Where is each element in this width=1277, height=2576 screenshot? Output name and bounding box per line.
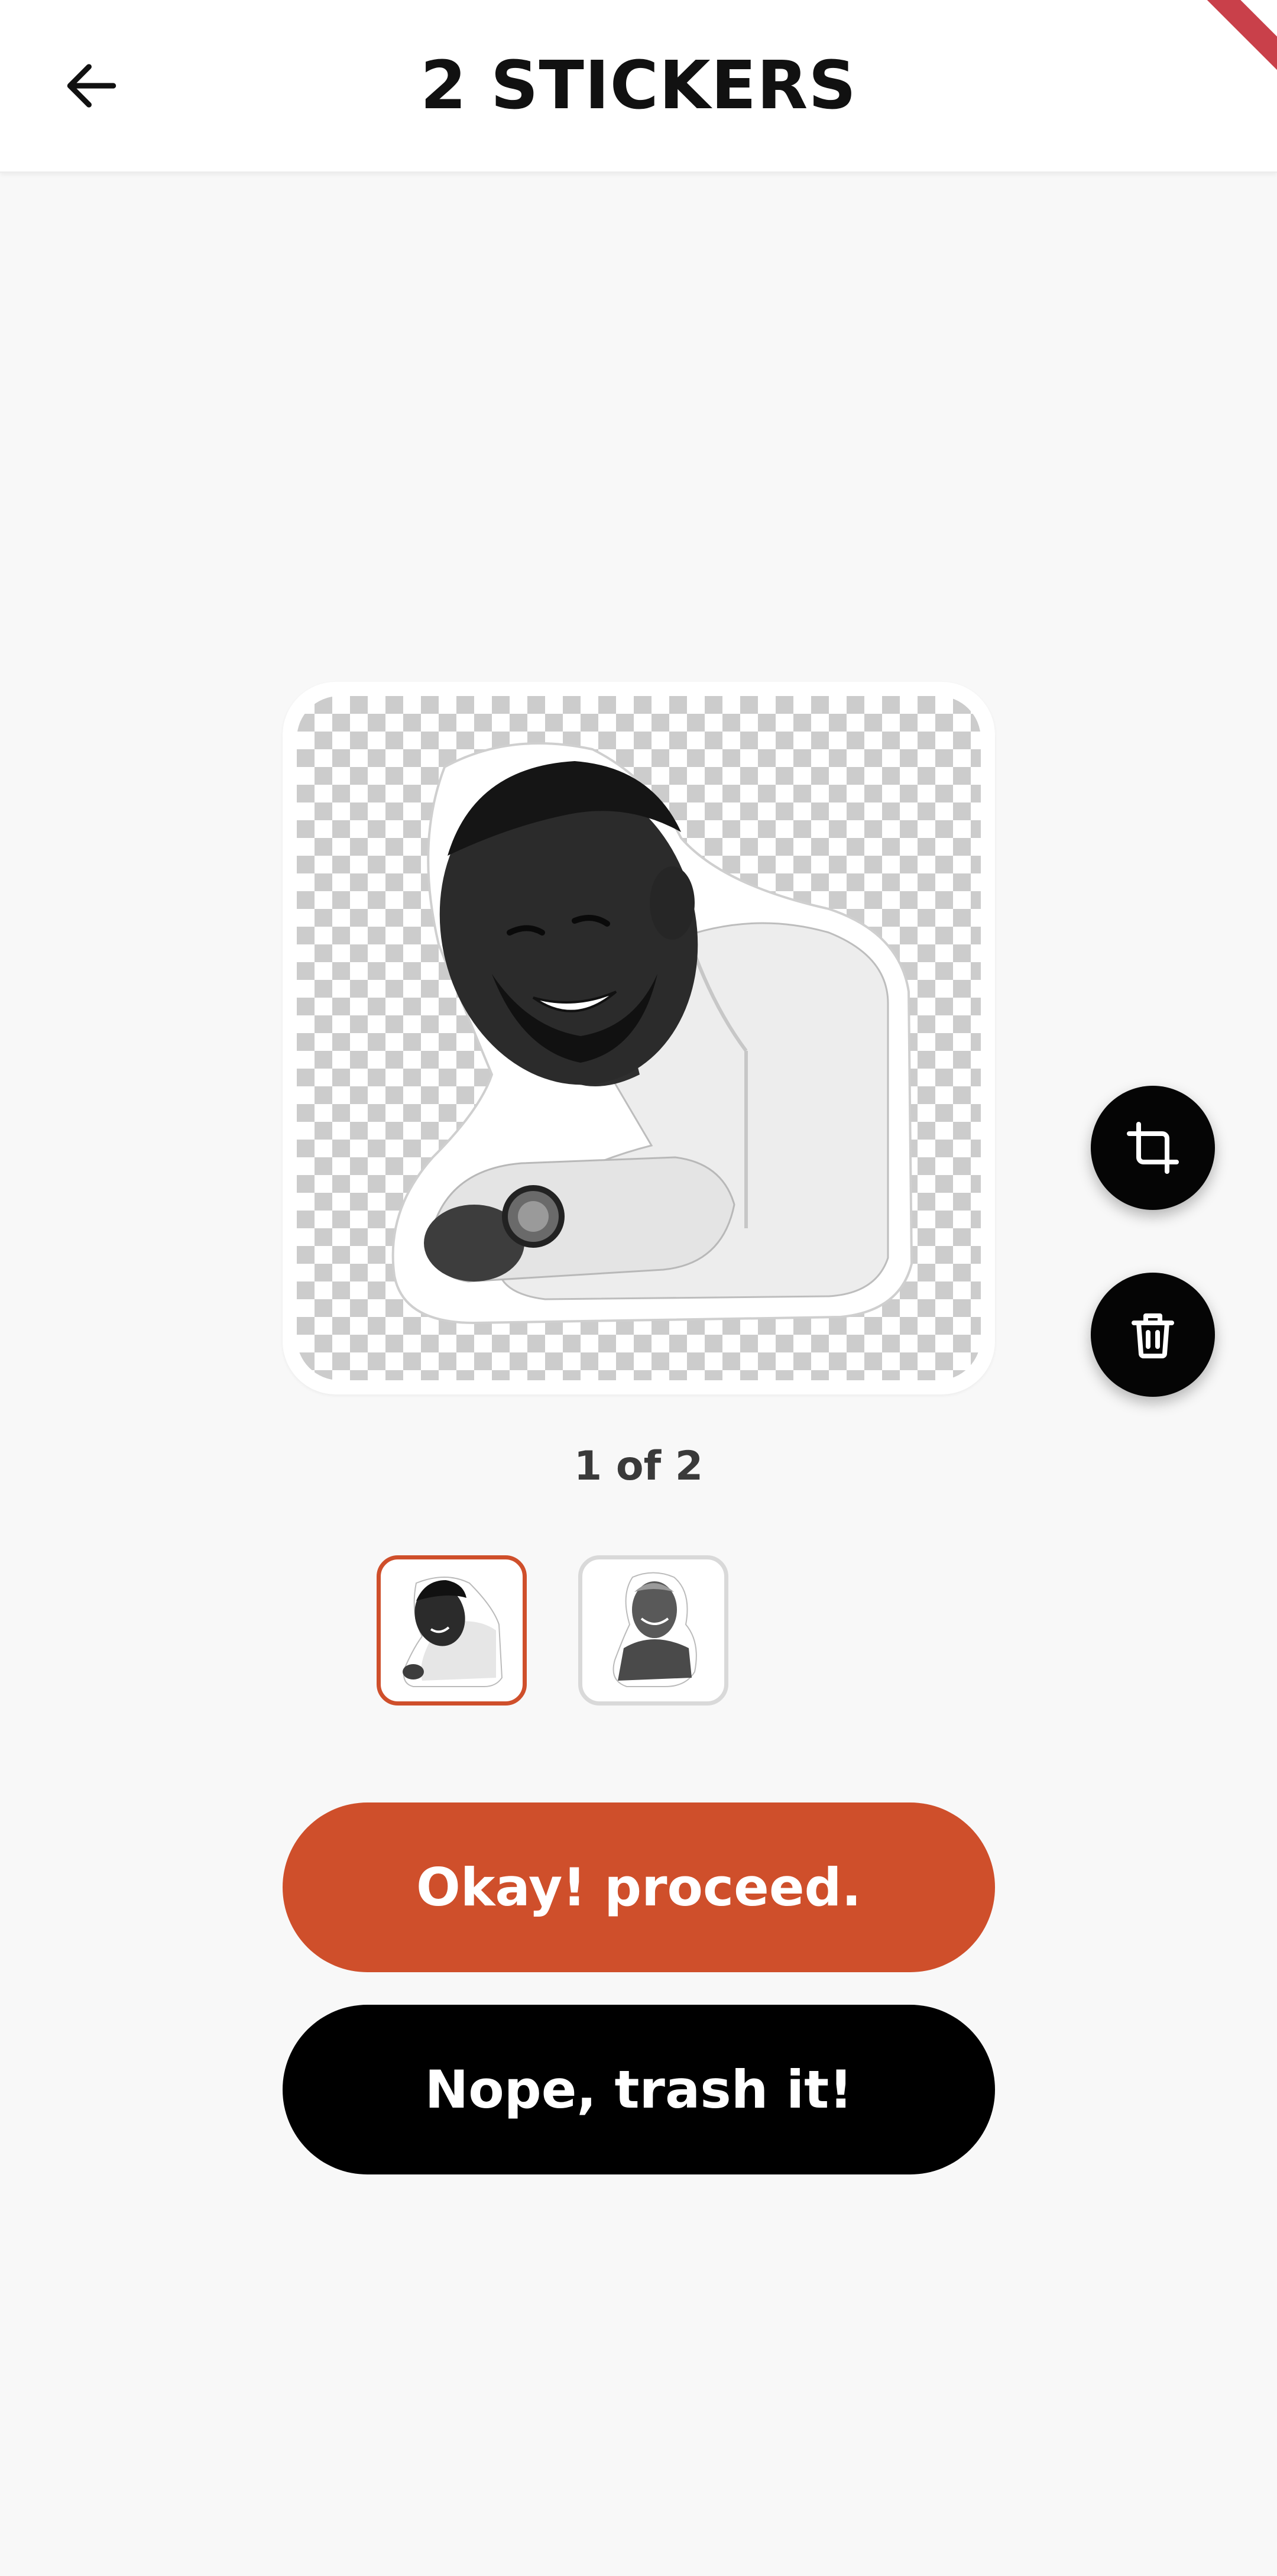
app-bar: 2 STICKERS [0, 0, 1277, 173]
sticker-counter: 1 of 2 [573, 1443, 704, 1490]
page-title: 2 STICKERS [420, 47, 857, 124]
sticker-image [391, 742, 913, 1325]
trash-button[interactable]: Nope, trash it! [283, 2005, 995, 2174]
debug-banner [1184, 0, 1277, 87]
delete-button[interactable] [1091, 1273, 1215, 1397]
crop-button[interactable] [1091, 1086, 1215, 1210]
sticker-thumbnail-1[interactable] [377, 1555, 527, 1706]
trash-icon [1132, 1313, 1174, 1358]
arrow-left-icon [67, 64, 116, 108]
proceed-button[interactable]: Okay! proceed. [283, 1802, 995, 1972]
sticker-canvas [297, 696, 981, 1380]
back-button[interactable] [47, 41, 136, 130]
crop-icon [1127, 1122, 1179, 1174]
sticker-thumbnail-2[interactable] [578, 1555, 728, 1706]
thumbnail-image [612, 1572, 697, 1687]
thumbnail-image [403, 1577, 503, 1687]
sticker-preview-card [283, 682, 995, 1394]
